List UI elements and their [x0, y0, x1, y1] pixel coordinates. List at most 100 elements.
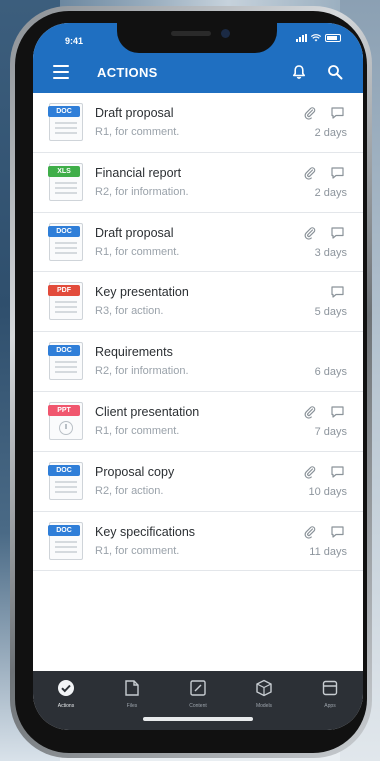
- item-subtitle: R1, for comment.: [95, 544, 180, 557]
- file-type-icon: XLS: [48, 162, 83, 201]
- item-subtitle: R3, for action.: [95, 305, 164, 318]
- bell-icon[interactable]: [291, 64, 307, 80]
- file-type-badge: DOC: [48, 345, 80, 357]
- file-type-badge: XLS: [48, 165, 80, 177]
- nav-item-files[interactable]: Files: [99, 671, 165, 730]
- item-title: Client presentation: [95, 404, 200, 419]
- paperclip-icon: [304, 167, 316, 180]
- comment-icon: [331, 167, 344, 179]
- comment-icon: [331, 226, 344, 239]
- list-item[interactable]: PDF Key presentation R3, for action. 5 days: [33, 272, 363, 333]
- list-item[interactable]: DOC Draft proposal R1, for comment. 3 days: [33, 212, 363, 273]
- paperclip-icon: [304, 406, 316, 419]
- menu-icon[interactable]: [53, 65, 69, 79]
- status-time: 9:41: [65, 36, 84, 46]
- item-title: Draft proposal: [95, 106, 174, 120]
- file-type-icon: DOC: [48, 521, 83, 560]
- paperclip-icon: [304, 107, 316, 120]
- phone-screen: 9:41 ACTIONS DOC Draft proposal R1, for co…: [33, 23, 363, 730]
- item-age: 10 days: [308, 485, 347, 498]
- document-lines: [55, 361, 77, 376]
- paperclip-icon: [304, 226, 316, 240]
- item-age: 5 days: [314, 306, 347, 319]
- nav-item-actions[interactable]: Actions: [33, 671, 99, 730]
- item-title: Key presentation: [95, 285, 189, 300]
- check-circle-icon: [58, 680, 74, 696]
- document-lines: [55, 241, 77, 257]
- list-item[interactable]: DOC Draft proposal R1, for comment. 2 days: [33, 93, 363, 153]
- comment-icon: [331, 286, 344, 298]
- item-subtitle: R2, for information.: [95, 365, 189, 378]
- folder-icon: [125, 680, 139, 696]
- item-subtitle: R1, for comment.: [95, 245, 180, 258]
- header: ACTIONS: [33, 55, 363, 91]
- file-type-icon: PDF: [48, 282, 83, 321]
- item-age: 2 days: [314, 186, 347, 199]
- file-type-icon: DOC: [48, 461, 83, 500]
- file-type-icon: DOC: [48, 342, 83, 381]
- comment-icon: [331, 466, 344, 478]
- page-title: ACTIONS: [97, 65, 158, 80]
- nav-item-apps[interactable]: Apps: [297, 671, 363, 730]
- file-type-badge: DOC: [48, 464, 80, 476]
- item-age: 6 days: [314, 366, 347, 379]
- document-lines: [55, 122, 77, 137]
- bottom-navigation: Actions Files Content Models Apps: [33, 671, 363, 730]
- cube-icon: [256, 679, 272, 697]
- file-type-badge: PDF: [48, 285, 80, 297]
- signal-icon: [296, 34, 307, 42]
- nav-label: Files: [126, 703, 138, 709]
- edit-icon: [190, 680, 206, 696]
- phone-notch: [117, 23, 277, 53]
- file-type-icon: DOC: [48, 222, 83, 261]
- item-subtitle: R1, for comment.: [95, 424, 180, 437]
- list-item[interactable]: XLS Financial report R2, for information. 2…: [33, 152, 363, 213]
- list-item[interactable]: DOC Key specifications R1, for comment. 11 …: [33, 511, 363, 572]
- item-title: Draft proposal: [95, 225, 174, 240]
- wifi-icon: [311, 34, 321, 42]
- paperclip-icon: [304, 466, 316, 479]
- file-type-badge: PPT: [48, 404, 80, 416]
- file-type-badge: DOC: [48, 106, 80, 117]
- apps-icon: [322, 680, 338, 696]
- search-icon[interactable]: [327, 64, 343, 80]
- item-subtitle: R1, for comment.: [95, 126, 180, 138]
- clock-icon: [59, 420, 73, 435]
- item-title: Requirements: [95, 345, 173, 360]
- list-item[interactable]: PPT Client presentation R1, for comment. 7 …: [33, 391, 363, 452]
- file-type-icon: DOC: [48, 103, 83, 141]
- item-age: 2 days: [314, 127, 347, 139]
- item-subtitle: R2, for action.: [95, 484, 164, 497]
- item-age: 7 days: [314, 425, 347, 438]
- nav-label: Actions: [57, 703, 75, 709]
- home-indicator[interactable]: [143, 717, 253, 721]
- nav-item-content[interactable]: Content: [165, 671, 231, 730]
- nav-item-models[interactable]: Models: [231, 671, 297, 730]
- nav-label: Content: [189, 703, 207, 709]
- file-type-badge: DOC: [48, 524, 80, 536]
- comment-icon: [331, 107, 344, 119]
- speaker: [171, 31, 211, 36]
- item-age: 11 days: [309, 545, 347, 558]
- document-lines: [55, 540, 77, 556]
- item-title: Financial report: [95, 165, 182, 180]
- item-title: Proposal copy: [95, 464, 175, 479]
- front-camera: [221, 29, 230, 38]
- item-age: 3 days: [314, 246, 347, 259]
- nav-label: Models: [255, 703, 273, 709]
- item-title: Key specifications: [95, 524, 196, 539]
- list-item[interactable]: DOC Proposal copy R2, for action. 10 days: [33, 451, 363, 512]
- nav-label: Apps: [324, 703, 336, 709]
- list-item[interactable]: DOC Requirements R2, for information. 6 day…: [33, 332, 363, 392]
- actions-list: DOC Draft proposal R1, for comment. 2 days X…: [33, 93, 363, 572]
- document-lines: [55, 181, 77, 197]
- document-lines: [55, 301, 77, 316]
- item-subtitle: R2, for information.: [95, 185, 189, 198]
- comment-icon: [331, 525, 344, 538]
- paperclip-icon: [304, 525, 316, 539]
- file-type-icon: PPT: [48, 401, 83, 440]
- comment-icon: [331, 406, 344, 418]
- battery-icon: [325, 34, 341, 42]
- status-indicators: [296, 34, 341, 42]
- file-type-badge: DOC: [48, 225, 80, 237]
